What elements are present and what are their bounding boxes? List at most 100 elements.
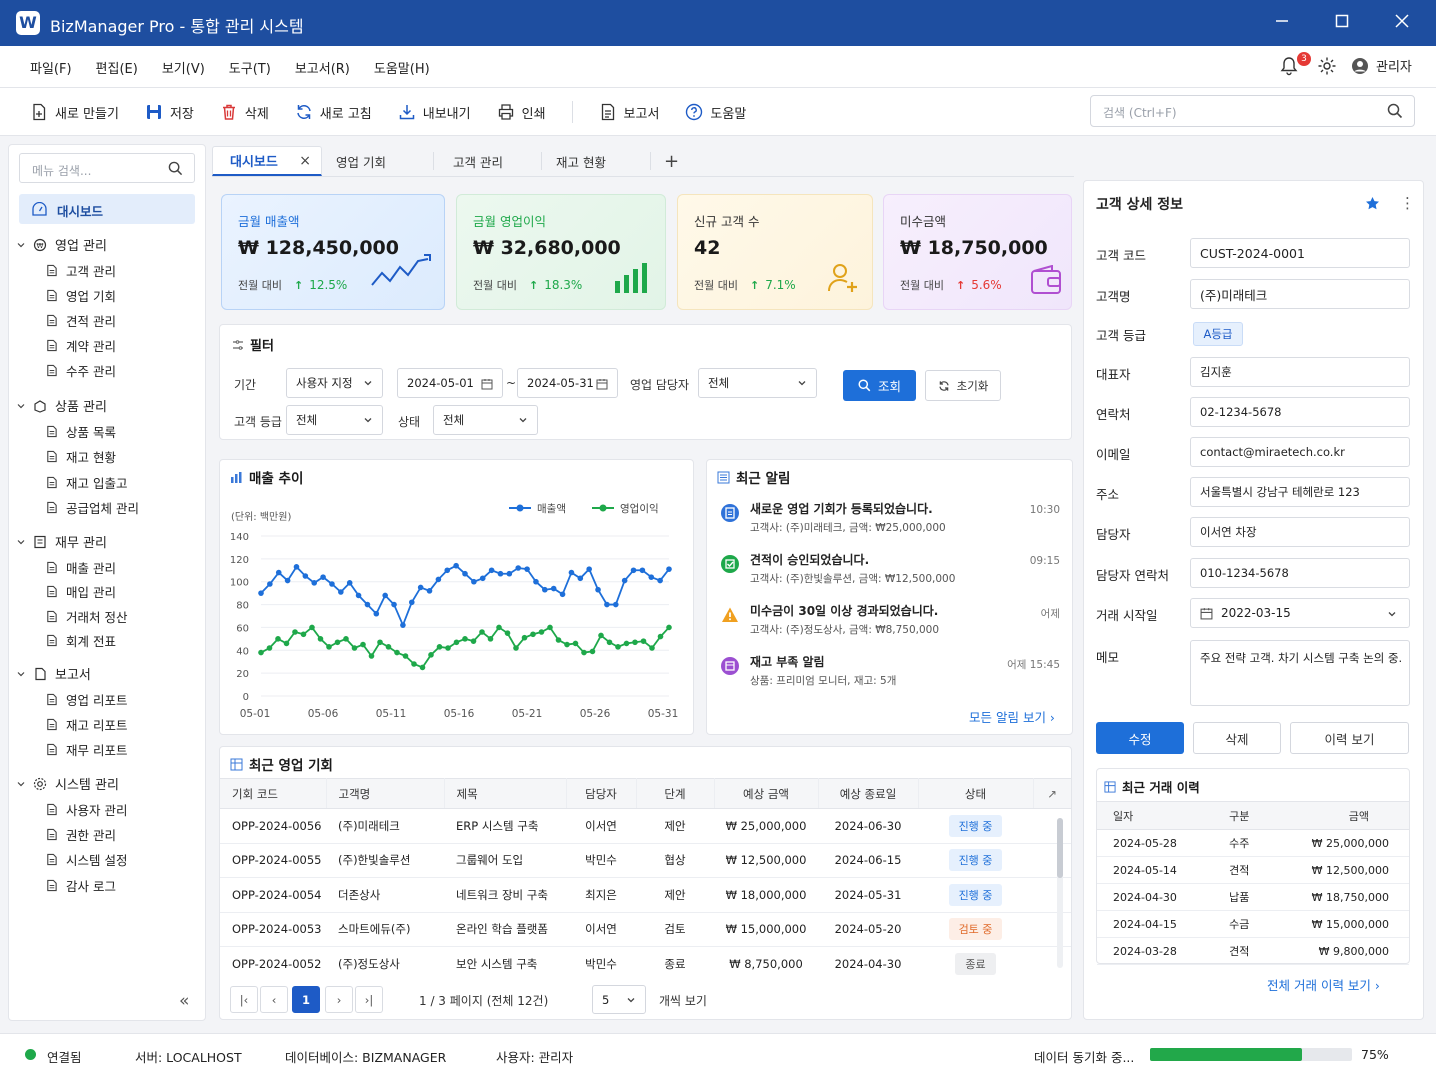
global-search-input[interactable]: 검색 (Ctrl+F) xyxy=(1090,95,1415,127)
date-from-input[interactable]: 2024-05-01 xyxy=(397,368,503,398)
sidebar-item-1-2[interactable]: 재고 입출고 xyxy=(45,473,127,492)
export-button[interactable]: 내보내기 xyxy=(398,103,471,122)
all-alerts-link[interactable]: 모든 알림 보기 › xyxy=(969,707,1055,726)
alert-title[interactable]: 미수금이 30일 이상 경과되었습니다. xyxy=(750,602,938,619)
pager-prev-button[interactable]: ‹ xyxy=(260,986,288,1013)
column-header[interactable]: 단계 xyxy=(636,778,715,809)
pager-first-button[interactable]: |‹ xyxy=(230,986,258,1013)
owner-select[interactable]: 전체 xyxy=(698,368,817,398)
sidebar-group-2[interactable]: 재무 관리 xyxy=(17,532,107,551)
delete-customer-button[interactable]: 삭제 xyxy=(1193,722,1281,754)
tab-customers[interactable]: 고객 관리 xyxy=(453,146,503,176)
tab-inventory[interactable]: 재고 현황 xyxy=(556,146,606,176)
help-button[interactable]: 도움말 xyxy=(685,103,746,122)
history-row[interactable]: 2024-05-14 견적 ₩ 12,500,000 xyxy=(1097,856,1409,884)
tab-close-icon[interactable]: × xyxy=(299,153,311,169)
menu-tools[interactable]: 도구(T) xyxy=(229,58,271,77)
add-tab-button[interactable]: + xyxy=(664,146,679,176)
minimize-icon[interactable] xyxy=(1262,8,1302,38)
column-header[interactable]: 예상 금액 xyxy=(714,778,819,809)
print-button[interactable]: 인쇄 xyxy=(497,103,546,122)
grade-select[interactable]: 전체 xyxy=(286,405,383,435)
detail-field[interactable]: 02-1234-5678 xyxy=(1190,397,1410,427)
sidebar-item-2-1[interactable]: 매입 관리 xyxy=(45,582,116,601)
pager-last-button[interactable]: ›| xyxy=(355,986,383,1013)
tab-opportunities[interactable]: 영업 기회 xyxy=(336,146,386,176)
sidebar-item-3-2[interactable]: 재무 리포트 xyxy=(45,740,127,759)
memo-field[interactable]: 주요 전략 고객. 차기 시스템 구축 논의 중. xyxy=(1190,640,1410,706)
table-row[interactable]: OPP-2024-0056 (주)미래테크 ERP 시스템 구축 이서연 제안 ₩ 25,… xyxy=(220,808,1071,844)
save-button[interactable]: 저장 xyxy=(145,103,194,122)
detail-field[interactable]: 서울특별시 강남구 테헤란로 123 xyxy=(1190,477,1410,507)
sidebar-item-2-0[interactable]: 매출 관리 xyxy=(45,558,116,577)
sidebar-item-dashboard[interactable]: 대시보드 xyxy=(19,194,195,224)
sidebar-item-0-0[interactable]: 고객 관리 xyxy=(45,261,116,280)
report-button[interactable]: 보고서 xyxy=(599,103,659,122)
kpi-card-3[interactable]: 미수금액 ₩ 18,750,000 전월 대비 ↑ 5.6% xyxy=(883,194,1072,310)
detail-field[interactable]: CUST-2024-0001 xyxy=(1190,238,1410,268)
sidebar-group-0[interactable]: ₩ 영업 관리 xyxy=(17,235,107,254)
collapse-sidebar-button[interactable]: « xyxy=(179,991,189,1011)
table-row[interactable]: OPP-2024-0053 스마트에듀(주) 온라인 학습 플랫폼 이서연 검토 ₩ 15… xyxy=(220,912,1071,947)
sidebar-item-0-4[interactable]: 수주 관리 xyxy=(45,361,116,380)
start-date-field[interactable]: 2022-03-15 xyxy=(1190,598,1410,628)
menu-file[interactable]: 파일(F) xyxy=(30,58,72,77)
new-button[interactable]: 새로 만들기 xyxy=(30,103,119,122)
alert-title[interactable]: 재고 부족 알림 xyxy=(750,653,825,670)
sidebar-group-3[interactable]: 보고서 xyxy=(17,664,91,683)
table-row[interactable]: OPP-2024-0054 더존상사 네트워크 장비 구축 최지은 제안 ₩ 18,000… xyxy=(220,877,1071,913)
delete-button[interactable]: 삭제 xyxy=(220,103,269,122)
reset-button[interactable]: 초기화 xyxy=(925,370,1001,401)
sidebar-item-4-1[interactable]: 권한 관리 xyxy=(45,825,116,844)
kpi-card-1[interactable]: 금월 영업이익 ₩ 32,680,000 전월 대비 ↑ 18.3% xyxy=(456,194,666,310)
alert-title[interactable]: 새로운 영업 기회가 등록되었습니다. xyxy=(750,500,933,517)
sidebar-item-1-0[interactable]: 상품 목록 xyxy=(45,422,116,441)
history-row[interactable]: 2024-05-28 수주 ₩ 25,000,000 xyxy=(1097,829,1409,857)
edit-button[interactable]: 수정 xyxy=(1096,722,1184,754)
table-scrollbar[interactable] xyxy=(1057,818,1063,968)
table-row[interactable]: OPP-2024-0052 (주)정도상사 보안 시스템 구축 박민수 종료 ₩ 8,75… xyxy=(220,946,1071,980)
sidebar-item-1-1[interactable]: 재고 현황 xyxy=(45,447,116,466)
sidebar-item-0-1[interactable]: 영업 기회 xyxy=(45,286,116,305)
star-icon[interactable] xyxy=(1365,196,1380,211)
kpi-card-0[interactable]: 금월 매출액 ₩ 128,450,000 전월 대비 ↑ 12.5% xyxy=(221,194,445,310)
all-history-link[interactable]: 전체 거래 이력 보기 › xyxy=(1267,975,1380,994)
kpi-card-2[interactable]: 신규 고객 수 42 전월 대비 ↑ 7.1% xyxy=(677,194,873,310)
column-header[interactable]: 제목 xyxy=(444,778,567,809)
sidebar-item-0-2[interactable]: 견적 관리 xyxy=(45,311,116,330)
detail-field[interactable]: contact@miraetech.co.kr xyxy=(1190,437,1410,467)
pager-next-button[interactable]: › xyxy=(325,986,353,1013)
sidebar-item-3-0[interactable]: 영업 리포트 xyxy=(45,690,127,709)
sidebar-item-0-3[interactable]: 계약 관리 xyxy=(45,336,116,355)
column-header[interactable]: 고객명 xyxy=(326,778,445,809)
search-button[interactable]: 조회 xyxy=(843,370,916,401)
history-row[interactable]: 2024-04-15 수금 ₩ 15,000,000 xyxy=(1097,910,1409,938)
gear-icon[interactable] xyxy=(1317,56,1337,79)
maximize-icon[interactable] xyxy=(1322,8,1362,38)
more-options-icon[interactable]: ⋮ xyxy=(1400,194,1415,212)
bell-icon[interactable] xyxy=(1279,56,1299,79)
column-header[interactable]: 예상 종료일 xyxy=(818,778,919,809)
history-row[interactable]: 2024-03-28 견적 ₩ 9,800,000 xyxy=(1097,937,1409,965)
detail-field[interactable]: 김지훈 xyxy=(1190,357,1410,387)
history-row[interactable]: 2024-04-30 납품 ₩ 18,750,000 xyxy=(1097,883,1409,911)
detail-field[interactable]: 이서연 차장 xyxy=(1190,517,1410,547)
sidebar-item-4-3[interactable]: 감사 로그 xyxy=(45,876,116,895)
sidebar-item-2-3[interactable]: 회계 전표 xyxy=(45,631,116,650)
sidebar-item-1-3[interactable]: 공급업체 관리 xyxy=(45,498,139,517)
sidebar-item-4-0[interactable]: 사용자 관리 xyxy=(45,800,127,819)
date-to-input[interactable]: 2024-05-31 xyxy=(517,368,618,398)
sidebar-group-4[interactable]: 시스템 관리 xyxy=(17,774,119,793)
menu-reports[interactable]: 보고서(R) xyxy=(295,58,350,77)
menu-edit[interactable]: 편집(E) xyxy=(96,58,138,77)
detail-field[interactable]: 010-1234-5678 xyxy=(1190,558,1410,588)
page-size-select[interactable]: 5 xyxy=(592,985,646,1014)
sidebar-item-4-2[interactable]: 시스템 설정 xyxy=(45,850,127,869)
sidebar-item-2-2[interactable]: 거래처 정산 xyxy=(45,607,127,626)
alert-title[interactable]: 견적이 승인되었습니다. xyxy=(750,551,869,568)
menu-help[interactable]: 도움말(H) xyxy=(374,58,430,77)
menu-view[interactable]: 보기(V) xyxy=(162,58,205,77)
user-menu[interactable]: 관리자 xyxy=(1351,56,1412,75)
detail-field[interactable]: (주)미래테크 xyxy=(1190,279,1410,309)
menu-search-input[interactable]: 메뉴 검색... xyxy=(19,153,195,183)
